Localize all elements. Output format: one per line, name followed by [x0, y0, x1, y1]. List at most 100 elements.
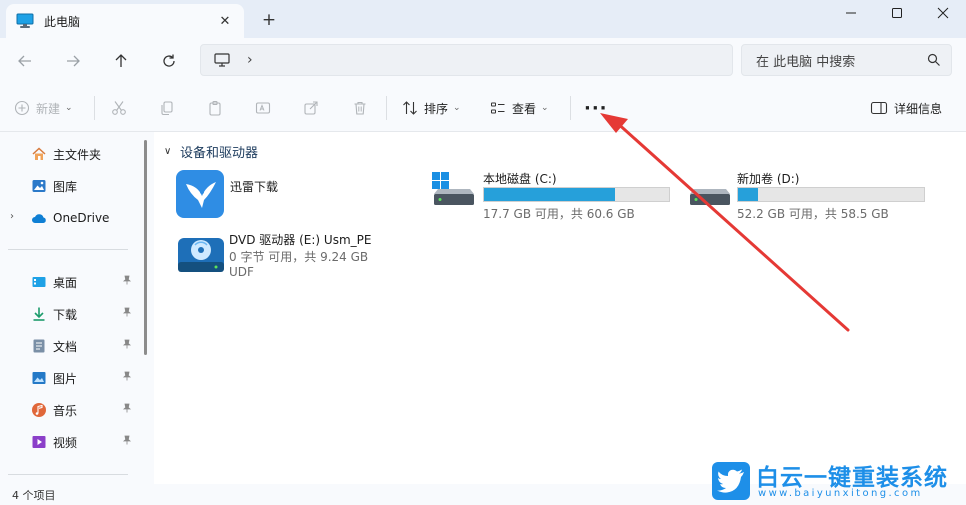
twitter-bird-logo-icon — [712, 462, 750, 500]
sidebar-scrollbar[interactable] — [144, 140, 147, 355]
group-title: 设备和驱动器 — [180, 146, 259, 161]
sidebar-label: OneDrive — [53, 211, 110, 225]
document-icon — [33, 339, 45, 353]
item-name: 本地磁盘 (C:) — [483, 172, 557, 186]
capacity-fill-d — [738, 188, 759, 201]
navigation-bar: › 在 此电脑 中搜索 — [0, 38, 966, 84]
view-button[interactable]: 查看 ⌄ — [490, 94, 549, 122]
sidebar-item-desktop[interactable]: 桌面 — [0, 268, 146, 296]
sidebar-label: 图库 — [53, 179, 78, 194]
sidebar-item-home[interactable]: 主文件夹 — [0, 140, 146, 168]
details-label: 详细信息 — [894, 101, 943, 116]
maximize-icon — [892, 8, 902, 18]
capacity-fill-c — [484, 188, 615, 201]
close-icon — [937, 7, 949, 19]
close-window-button[interactable] — [920, 0, 966, 26]
tab-title: 此电脑 — [44, 14, 81, 29]
sidebar-label: 视频 — [53, 435, 78, 450]
capacity-bar-c — [483, 187, 670, 202]
forward-button[interactable] — [58, 46, 88, 76]
back-arrow-icon — [18, 55, 31, 67]
pin-icon[interactable] — [122, 403, 132, 416]
sidebar-item-pictures[interactable]: 图片 — [0, 364, 146, 392]
paste-button[interactable] — [207, 94, 223, 122]
sidebar-item-videos[interactable]: 视频 — [0, 428, 146, 456]
expand-chevron-icon[interactable]: › — [10, 211, 14, 222]
new-caret-icon: ⌄ — [65, 103, 73, 113]
more-options-button[interactable]: ··· — [584, 94, 608, 122]
back-button[interactable] — [10, 46, 40, 76]
trash-icon — [354, 101, 366, 115]
tab-this-pc[interactable]: 此电脑 ✕ — [6, 4, 244, 38]
tab-close-icon[interactable]: ✕ — [216, 12, 234, 30]
thunder-icon — [176, 170, 224, 218]
item-thunder-download[interactable]: 迅雷下载 — [174, 168, 394, 220]
item-capacity: 17.7 GB 可用，共 60.6 GB — [483, 207, 635, 221]
details-pane-icon — [870, 101, 888, 115]
new-tab-button[interactable]: + — [258, 9, 280, 31]
capacity-bar-d — [737, 187, 925, 202]
group-header-devices[interactable]: ∨ 设备和驱动器 — [164, 142, 258, 161]
rename-icon — [255, 102, 271, 114]
sort-icon — [403, 101, 417, 115]
share-button[interactable] — [303, 94, 319, 122]
minimize-button[interactable] — [828, 0, 874, 26]
refresh-icon — [163, 54, 175, 67]
minimize-icon — [846, 12, 856, 14]
sidebar-item-downloads[interactable]: 下载 — [0, 300, 146, 328]
maximize-button[interactable] — [874, 0, 920, 26]
item-count: 4 个项目 — [12, 489, 56, 502]
command-bar: 新建 ⌄ 排序 ⌄ 查看 ⌄ ··· 详细信息 — [0, 84, 966, 132]
pin-icon[interactable] — [122, 307, 132, 320]
sidebar-item-music[interactable]: 音乐 — [0, 396, 146, 424]
item-capacity: 0 字节 可用，共 9.24 GB — [229, 250, 369, 264]
copy-button[interactable] — [159, 94, 175, 122]
pin-icon[interactable] — [122, 371, 132, 384]
clipboard-icon — [209, 100, 221, 116]
item-capacity: 52.2 GB 可用，共 58.5 GB — [737, 207, 889, 221]
address-chevron[interactable]: › — [247, 52, 253, 68]
gallery-icon — [32, 180, 46, 192]
plus-circle-icon — [14, 100, 30, 116]
pin-icon[interactable] — [122, 435, 132, 448]
sidebar-item-gallery[interactable]: 图库 — [0, 172, 146, 200]
sidebar-label: 音乐 — [53, 403, 78, 418]
sidebar-label: 主文件夹 — [53, 147, 102, 162]
details-button[interactable]: 详细信息 — [870, 94, 942, 122]
sidebar-item-documents[interactable]: 文档 — [0, 332, 146, 360]
item-filesystem: UDF — [229, 265, 254, 279]
search-box[interactable]: 在 此电脑 中搜索 — [741, 44, 952, 76]
cut-button[interactable] — [111, 94, 127, 122]
navigation-pane: 主文件夹 图库 › OneDrive 桌面 下载 文档 图片 音乐 视频 — [0, 132, 154, 484]
computer-icon — [214, 53, 230, 67]
sidebar-item-onedrive[interactable]: › OneDrive — [0, 204, 146, 232]
title-bar: 此电脑 ✕ + — [0, 0, 966, 38]
item-dvd-drive[interactable]: DVD 驱动器 (E:) Usm_PE 0 字节 可用，共 9.24 GB UD… — [174, 228, 414, 284]
search-placeholder: 在 此电脑 中搜索 — [756, 54, 856, 70]
item-drive-d[interactable]: 新加卷 (D:) 52.2 GB 可用，共 58.5 GB — [684, 168, 934, 221]
sidebar-separator — [8, 474, 128, 475]
new-label: 新建 — [36, 101, 61, 116]
more-dots-icon: ··· — [584, 97, 608, 119]
view-caret-icon: ⌄ — [541, 103, 549, 113]
cloud-icon — [32, 214, 46, 223]
forward-arrow-icon — [67, 55, 80, 67]
item-drive-c[interactable]: 本地磁盘 (C:) 17.7 GB 可用，共 60.6 GB — [428, 168, 678, 221]
up-button[interactable] — [106, 46, 136, 76]
view-icon — [491, 102, 505, 114]
refresh-button[interactable] — [154, 46, 184, 76]
rename-button[interactable] — [255, 94, 271, 122]
dvd-icon — [178, 238, 224, 272]
copy-icon — [161, 101, 173, 116]
collapse-chevron-icon[interactable]: ∨ — [164, 146, 174, 157]
watermark-url: www.baiyunxitong.com — [758, 488, 923, 499]
sidebar-label: 图片 — [53, 371, 78, 386]
windows-drive-icon — [432, 172, 474, 205]
new-button[interactable]: 新建 ⌄ — [14, 94, 73, 122]
delete-button[interactable] — [352, 94, 368, 122]
sort-button[interactable]: 排序 ⌄ — [402, 94, 461, 122]
watermark: 白云一键重装系统 www.baiyunxitong.com — [712, 462, 966, 505]
pin-icon[interactable] — [122, 275, 132, 288]
pin-icon[interactable] — [122, 339, 132, 352]
address-bar[interactable]: › — [200, 44, 733, 76]
